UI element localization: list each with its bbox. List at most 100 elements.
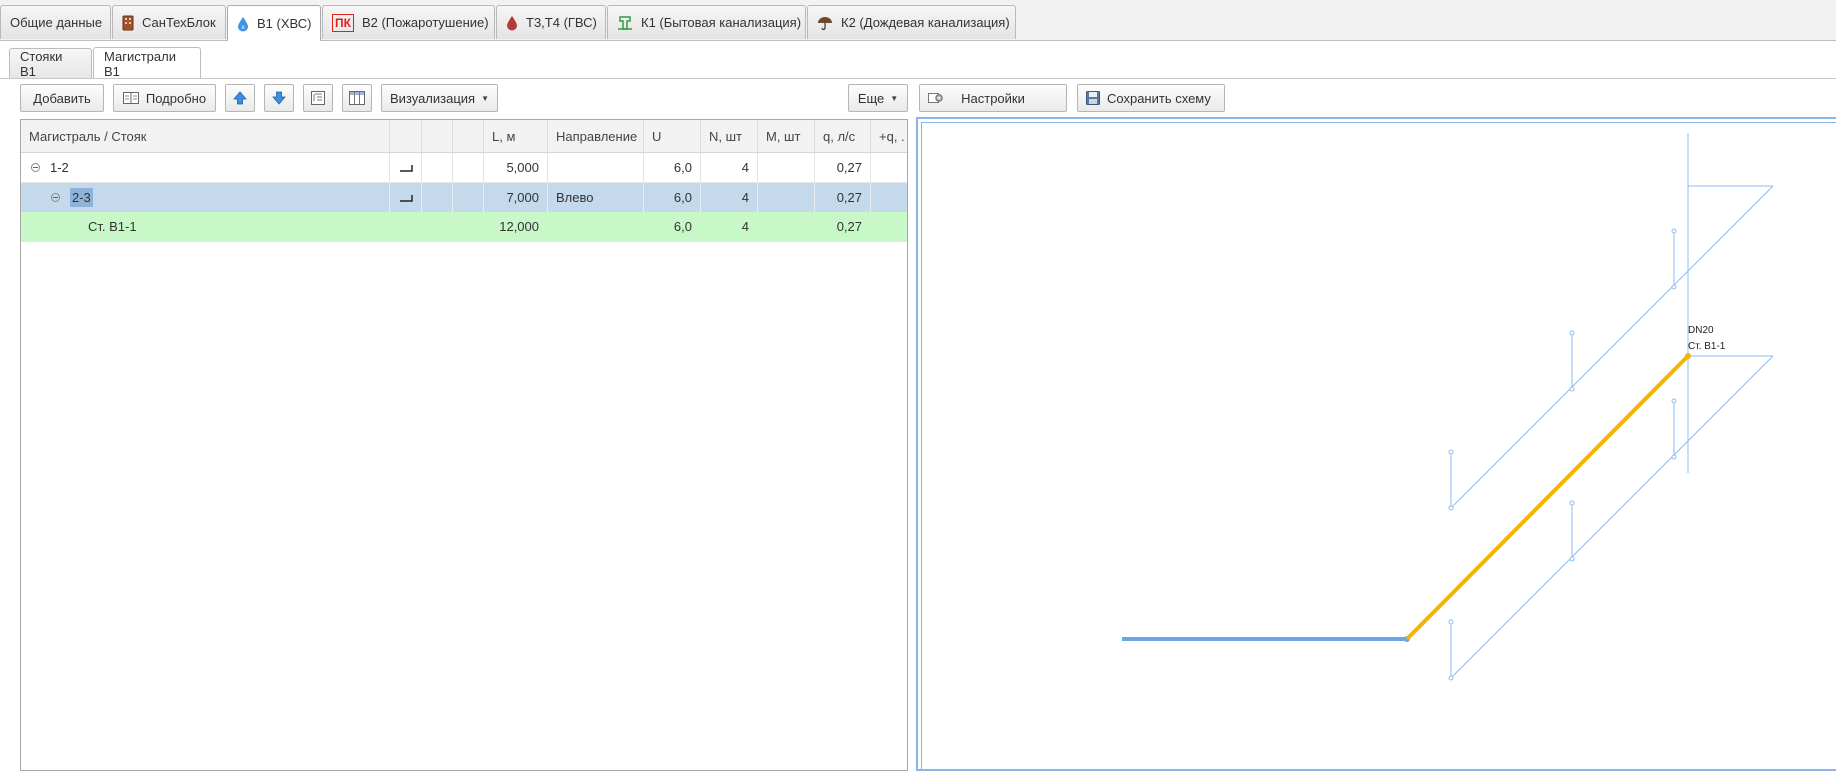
- tab-k2-rain[interactable]: К2 (Дождевая канализация): [807, 5, 1016, 39]
- cell-m: [758, 153, 815, 182]
- subtab-risers[interactable]: Стояки В1: [9, 48, 92, 79]
- water-drop-icon: x: [237, 16, 249, 32]
- visualization-dropdown[interactable]: Визуализация ▼: [381, 84, 498, 112]
- mains-table: Магистраль / Стояк L, м Направление U N,…: [20, 119, 908, 771]
- tab-label: Общие данные: [10, 15, 103, 30]
- col-header-icon[interactable]: [390, 120, 422, 152]
- cell-icon: [390, 153, 422, 182]
- col-header-u[interactable]: U: [644, 120, 701, 152]
- move-up-icon: [233, 91, 247, 105]
- save-icon: [1086, 91, 1100, 105]
- details-button-label: Подробно: [145, 90, 207, 106]
- more-dropdown[interactable]: Еще ▼: [848, 84, 908, 112]
- cell-direction: [548, 153, 644, 182]
- add-button-label: Добавить: [33, 90, 91, 106]
- cell-n: 4: [701, 212, 758, 241]
- move-down-button[interactable]: [264, 84, 294, 112]
- subtab-label: Магистрали В1: [104, 48, 176, 79]
- svg-text:x: x: [241, 24, 245, 31]
- collapse-toggle-icon[interactable]: [51, 193, 60, 202]
- save-scheme-button[interactable]: Сохранить схему: [1077, 84, 1225, 112]
- col-header-main-riser[interactable]: Магистраль / Стояк: [21, 120, 390, 152]
- details-button[interactable]: Подробно: [113, 84, 216, 112]
- col-header-plus-q[interactable]: +q, .: [871, 120, 907, 152]
- node-point: [1671, 398, 1677, 404]
- tab-santehblok[interactable]: СанТехБлок: [112, 5, 226, 39]
- subtab-divider: [0, 78, 1836, 79]
- tab-t3t4-gvs[interactable]: Т3,Т4 (ГВС): [496, 5, 606, 39]
- sewage-icon: [617, 15, 633, 31]
- pipe-scheme-canvas[interactable]: DN20 Ст. В1-1: [916, 117, 1836, 771]
- col-header-m[interactable]: M, шт: [758, 120, 815, 152]
- cell-main: 2-3: [21, 183, 390, 212]
- move-up-button[interactable]: [225, 84, 255, 112]
- cell-plus-q: [871, 153, 907, 182]
- row-name: 2-3: [70, 188, 93, 207]
- node-point: [1448, 449, 1454, 455]
- col-header-length[interactable]: L, м: [484, 120, 548, 152]
- subtab-mains[interactable]: Магистрали В1: [93, 47, 201, 79]
- cell-icon: [390, 212, 422, 241]
- pipe-corner-icon: [399, 164, 413, 172]
- highlighted-node: [1685, 353, 1691, 359]
- col-header-blank-1[interactable]: [422, 120, 453, 152]
- tab-label: СанТехБлок: [142, 15, 216, 30]
- cell-length: 7,000: [484, 183, 548, 212]
- tab-label: В2 (Пожаротушение): [361, 15, 489, 30]
- pipe-corner-icon: [399, 194, 413, 202]
- move-down-icon: [272, 91, 286, 105]
- settings-button[interactable]: Настройки: [919, 84, 1067, 112]
- node-point: [1671, 284, 1677, 290]
- dn-label: DN20: [1688, 325, 1714, 336]
- cell-m: [758, 212, 815, 241]
- collapse-toggle-icon[interactable]: [31, 163, 40, 172]
- columns-button[interactable]: [342, 84, 372, 112]
- settings-label: Настройки: [961, 90, 1025, 106]
- tab-k1-sewage[interactable]: К1 (Бытовая канализация): [607, 5, 806, 39]
- cell-blank-1: [422, 183, 453, 212]
- pipe-segment: [1450, 355, 1774, 679]
- settings-icon: [928, 91, 944, 105]
- node-point: [1448, 619, 1454, 625]
- cell-u: 6,0: [644, 153, 701, 182]
- umbrella-icon: [817, 15, 833, 31]
- table-row[interactable]: Ст. В1-1 12,000 6,0 4 0,27: [21, 212, 907, 242]
- col-header-direction[interactable]: Направление: [548, 120, 644, 152]
- col-header-n[interactable]: N, шт: [701, 120, 758, 152]
- tab-label: К1 (Бытовая канализация): [641, 15, 802, 30]
- node-point: [1671, 228, 1677, 234]
- row-name: Ст. В1-1: [88, 219, 137, 234]
- cell-n: 4: [701, 183, 758, 212]
- tab-v1-hvs[interactable]: x В1 (ХВС): [227, 5, 321, 41]
- highlighted-pipe-segment: [1405, 354, 1690, 641]
- cell-n: 4: [701, 153, 758, 182]
- table-header: Магистраль / Стояк L, м Направление U N,…: [21, 120, 907, 153]
- columns-icon: [349, 91, 365, 105]
- riser-label: Ст. В1-1: [1688, 341, 1726, 352]
- cell-blank-1: [422, 212, 453, 241]
- col-header-q[interactable]: q, л/с: [815, 120, 871, 152]
- canvas-inner-frame: DN20 Ст. В1-1: [921, 122, 1836, 769]
- visualization-label: Визуализация: [389, 90, 476, 106]
- tab-v2-fire[interactable]: ПК В2 (Пожаротушение): [322, 5, 495, 39]
- structure-button[interactable]: [303, 84, 333, 112]
- fire-hydrant-icon-text: ПК: [332, 13, 354, 32]
- add-button[interactable]: Добавить: [20, 84, 104, 112]
- node-point: [1569, 386, 1575, 392]
- table-row[interactable]: 2-3 7,000 Влево 6,0 4 0,27: [21, 183, 907, 213]
- tab-label: В1 (ХВС): [257, 16, 312, 31]
- table-row[interactable]: 1-2 5,000 6,0 4 0,27: [21, 153, 907, 183]
- tab-general-data[interactable]: Общие данные: [0, 5, 111, 39]
- cell-q: 0,27: [815, 153, 871, 182]
- cell-direction: Влево: [548, 183, 644, 212]
- cell-blank-2: [453, 183, 484, 212]
- node-point: [1569, 500, 1575, 506]
- col-header-blank-2[interactable]: [453, 120, 484, 152]
- tab-label: К2 (Дождевая канализация): [841, 15, 1010, 30]
- cell-direction: [548, 212, 644, 241]
- cell-u: 6,0: [644, 183, 701, 212]
- cell-q: 0,27: [815, 212, 871, 241]
- node-point: [1448, 675, 1454, 681]
- node-point: [1448, 505, 1454, 511]
- node-point: [1569, 330, 1575, 336]
